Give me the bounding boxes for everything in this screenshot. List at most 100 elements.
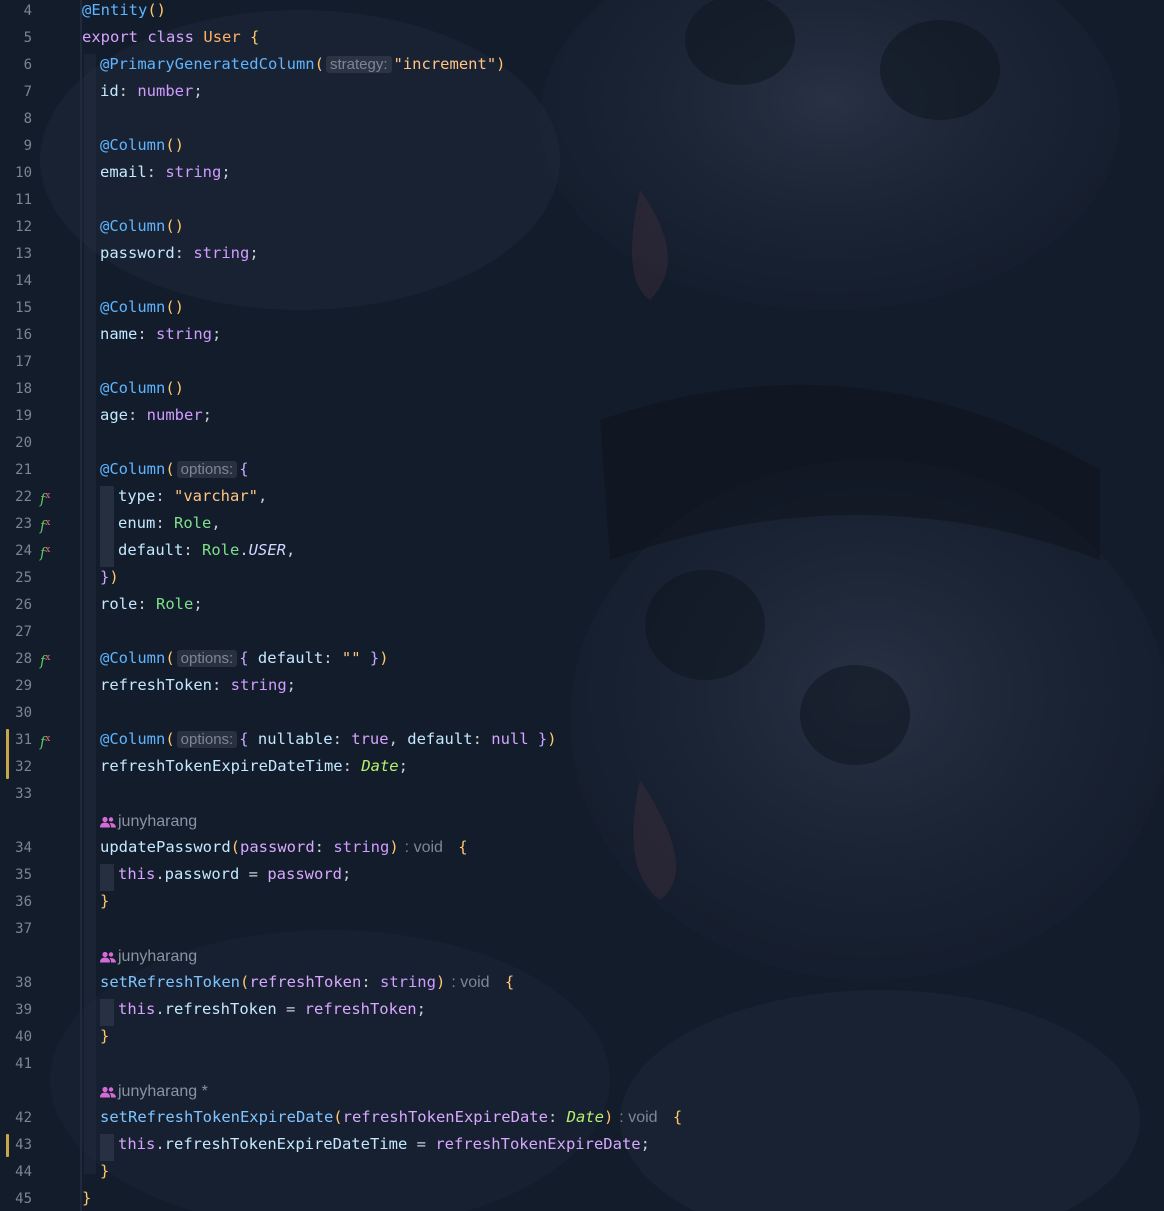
line-number[interactable]: 24 [0,538,32,565]
line-number[interactable]: 31 [0,727,32,754]
line-number[interactable]: 44 [0,1159,32,1186]
property: password [100,244,175,262]
type: string [165,163,222,181]
line-number[interactable]: 36 [0,889,32,916]
keyword: this [118,865,156,883]
code-author-lens[interactable]: junyharang * [100,1078,208,1105]
type: string [333,838,390,856]
line-number[interactable]: 40 [0,1024,32,1051]
line-number[interactable]: 25 [0,565,32,592]
line-number[interactable]: 41 [0,1051,32,1078]
property: refreshToken [100,676,212,694]
type: Role [174,514,212,532]
code-author-lens[interactable]: junyharang [100,943,197,970]
code-line: password: string; [100,244,259,262]
enum-member: USER [248,541,286,559]
line-number[interactable]: 34 [0,835,32,862]
line-number[interactable]: 7 [0,79,32,106]
line-number[interactable]: 33 [0,781,32,808]
line-number[interactable]: 30 [0,700,32,727]
line-number[interactable]: 17 [0,349,32,376]
code-editor[interactable]: 4 5 6 7 8 9 10 11 12 13 14 15 16 17 18 1… [0,0,1164,1211]
property: default [407,730,473,748]
line-number[interactable]: 20 [0,430,32,457]
users-icon [100,951,116,963]
code-line: @Column() [100,136,184,154]
line-number[interactable]: 39 [0,997,32,1024]
line-number[interactable]: 28 [0,646,32,673]
author-name: junyharang * [118,1083,208,1100]
line-number[interactable]: 13 [0,241,32,268]
line-number[interactable]: 16 [0,322,32,349]
parameter-hint: options: [176,461,238,478]
type: string [230,676,287,694]
decorator: @PrimaryGeneratedColumn [100,55,315,73]
parameter-hint: strategy: [325,56,392,73]
decorator: @Entity [82,1,148,19]
line-number[interactable]: 8 [0,106,32,133]
line-number[interactable]: 27 [0,619,32,646]
line-number[interactable]: 15 [0,295,32,322]
line-number[interactable]: 32 [0,754,32,781]
keyword: true [351,730,389,748]
line-number[interactable]: 21 [0,457,32,484]
line-number[interactable]: 26 [0,592,32,619]
function-mapping-icon[interactable]: fx [40,510,50,537]
line-number[interactable]: 14 [0,268,32,295]
line-number[interactable]: 19 [0,403,32,430]
line-number[interactable]: 45 [0,1186,32,1211]
code-line: role: Role; [100,595,203,613]
decorator: @Column [100,460,166,478]
keyword: null [491,730,529,748]
type: string [156,325,212,343]
code-line: refreshTokenExpireDateTime: Date; [100,757,408,775]
parameter: refreshTokenExpireDate [435,1135,641,1153]
decorator: @Column [100,298,166,316]
line-number[interactable]: 29 [0,673,32,700]
property: enum [118,514,156,532]
string-literal: "increment" [393,55,497,73]
parameter: refreshToken [304,1000,417,1018]
method-name: setRefreshToken [100,973,240,991]
keyword: this [118,1000,156,1018]
line-number[interactable]: 18 [0,376,32,403]
code-line: name: string; [100,325,222,343]
code-line: } [100,1162,110,1180]
line-number[interactable]: 6 [0,52,32,79]
code-line: default: Role.USER, [118,541,296,559]
property: age [100,406,128,424]
code-author-lens[interactable]: junyharang [100,808,197,835]
line-number[interactable]: 12 [0,214,32,241]
function-mapping-icon[interactable]: fx [40,483,50,510]
code-line: this.refreshTokenExpireDateTime = refres… [118,1135,650,1153]
author-name: junyharang [118,948,198,965]
line-number[interactable]: 37 [0,916,32,943]
property: refreshToken [164,1000,277,1018]
property: email [100,163,147,181]
code-line: } [82,1189,92,1207]
function-mapping-icon[interactable]: fx [40,645,50,672]
keyword: class [147,28,195,46]
property: default [118,541,184,559]
type: Role [156,595,194,613]
line-number[interactable]: 22 [0,484,32,511]
string-literal: "varchar" [174,487,258,505]
code-line: @Entity() [82,1,166,19]
line-number[interactable]: 23 [0,511,32,538]
code-area[interactable]: @Entity() export class User { @PrimaryGe… [82,0,1164,1211]
line-number[interactable]: 9 [0,133,32,160]
line-number[interactable]: 5 [0,25,32,52]
function-mapping-icon[interactable]: fx [40,537,50,564]
property: role [100,595,138,613]
line-number[interactable]: 43 [0,1132,32,1159]
line-number[interactable]: 11 [0,187,32,214]
line-number[interactable]: 10 [0,160,32,187]
parameter: refreshTokenExpireDate [342,1108,548,1126]
function-mapping-icon[interactable]: fx [40,726,50,753]
line-number[interactable]: 35 [0,862,32,889]
line-number[interactable]: 4 [0,0,32,25]
code-line: email: string; [100,163,231,181]
line-number[interactable]: 42 [0,1105,32,1132]
type: number [146,406,203,424]
line-number[interactable]: 38 [0,970,32,997]
